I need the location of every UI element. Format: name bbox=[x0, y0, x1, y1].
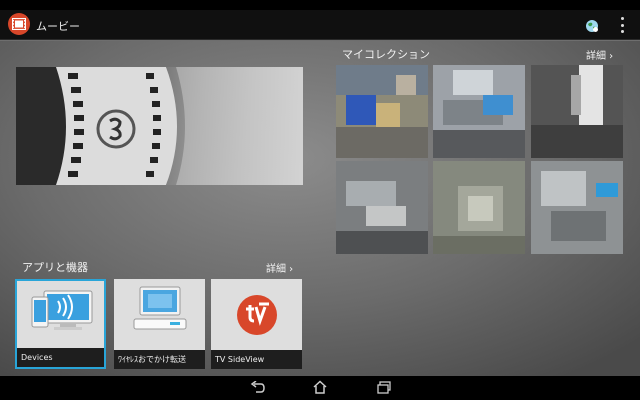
app-title: ムービー bbox=[36, 20, 80, 33]
navigation-bar bbox=[0, 376, 640, 400]
tile-label: Devices bbox=[17, 348, 104, 367]
video-thumbnail[interactable] bbox=[531, 65, 623, 158]
tile-label: TV SideView bbox=[211, 350, 302, 369]
collection-more-link[interactable]: 詳細 › bbox=[586, 47, 613, 62]
devices-tile[interactable]: Devices bbox=[15, 279, 106, 369]
main-content: マイコレクション 詳細 › アプリと機器 詳細 › Devices ﾜｲﾔﾚｽお… bbox=[0, 41, 640, 376]
back-icon[interactable] bbox=[250, 381, 266, 395]
collection-grid bbox=[336, 65, 623, 254]
wireless-transfer-tile[interactable]: ﾜｲﾔﾚｽおでかけ転送 bbox=[114, 279, 205, 369]
video-thumbnail[interactable] bbox=[336, 161, 428, 254]
video-thumbnail[interactable] bbox=[433, 161, 525, 254]
wireless-transfer-icon bbox=[133, 286, 187, 330]
apps-more-link[interactable]: 詳細 › bbox=[266, 260, 293, 275]
overflow-menu-icon[interactable] bbox=[618, 17, 626, 33]
apps-section-title: アプリと機器 bbox=[22, 261, 88, 274]
film-icon[interactable] bbox=[8, 13, 30, 35]
action-bar: ムービー bbox=[0, 10, 640, 40]
status-bar bbox=[0, 0, 640, 10]
featured-banner[interactable] bbox=[16, 67, 303, 185]
tv-sideview-tile[interactable]: TV SideView bbox=[211, 279, 302, 369]
tile-label: ﾜｲﾔﾚｽおでかけ転送 bbox=[114, 350, 205, 369]
collection-title: マイコレクション bbox=[342, 48, 430, 61]
recent-apps-icon[interactable] bbox=[376, 381, 392, 395]
globe-icon[interactable] bbox=[585, 18, 599, 32]
devices-icon bbox=[31, 290, 93, 330]
video-thumbnail[interactable] bbox=[433, 65, 525, 158]
tv-sideview-icon bbox=[237, 295, 277, 335]
video-thumbnail[interactable] bbox=[531, 161, 623, 254]
video-thumbnail[interactable] bbox=[336, 65, 428, 158]
home-icon[interactable] bbox=[312, 380, 328, 395]
film-reel-image bbox=[16, 67, 303, 185]
